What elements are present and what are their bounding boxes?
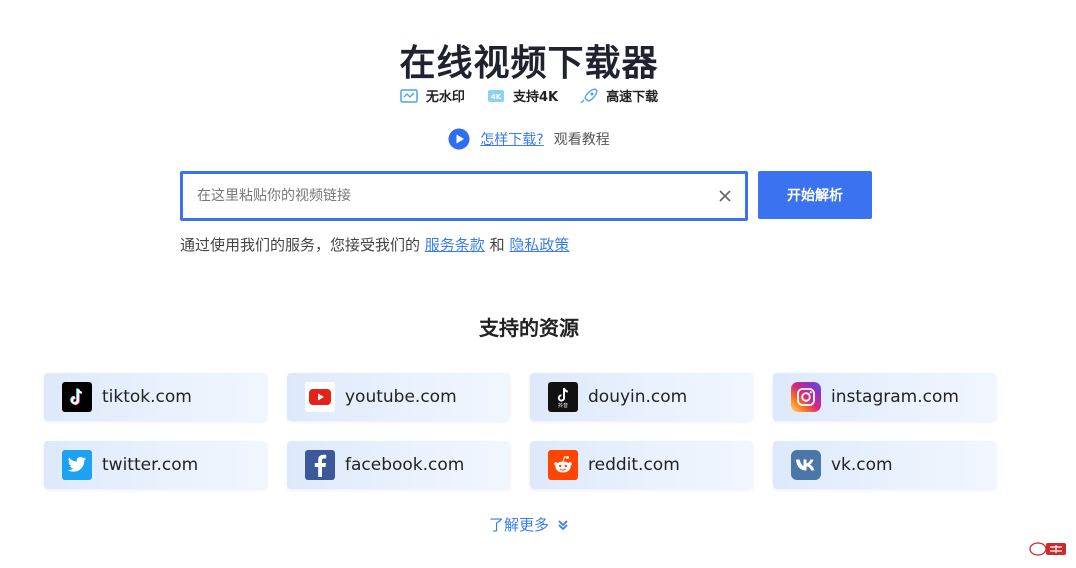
feature-label: 高速下载	[606, 90, 659, 105]
feature-label: 无水印	[425, 90, 465, 105]
tiktok-icon	[62, 382, 92, 412]
privacy-policy-link[interactable]: 隐私政策	[509, 236, 569, 254]
feature-label: 支持4K	[512, 90, 559, 105]
close-icon	[719, 190, 731, 202]
site-card-instagram[interactable]: instagram.com	[773, 373, 996, 421]
vk-icon	[791, 450, 821, 480]
no-watermark-icon	[400, 88, 418, 103]
clear-button[interactable]	[705, 174, 745, 218]
learn-more-button[interactable]: 了解更多	[0, 514, 1058, 535]
youtube-icon	[305, 382, 335, 412]
howto-row: 怎样下载? 观看教程	[0, 128, 1058, 150]
rocket-icon	[580, 87, 598, 103]
facebook-icon	[305, 450, 335, 480]
page-title: 在线视频下载器	[399, 43, 659, 84]
reddit-icon	[548, 450, 578, 480]
site-card-twitter[interactable]: twitter.com	[44, 441, 267, 489]
instagram-icon	[791, 382, 821, 412]
site-card-facebook[interactable]: facebook.com	[287, 441, 510, 489]
site-name: youtube.com	[345, 387, 457, 407]
feature-4k: 4K 支持4K	[487, 86, 558, 105]
search-box	[180, 171, 748, 221]
site-name: vk.com	[831, 455, 893, 475]
site-name: twitter.com	[102, 455, 199, 475]
double-chevron-down-icon	[558, 519, 568, 530]
site-name: instagram.com	[831, 387, 959, 407]
twitter-icon	[62, 450, 92, 480]
play-icon[interactable]	[448, 128, 470, 150]
svg-text:4K: 4K	[491, 93, 502, 101]
terms-and: 和	[484, 236, 510, 254]
site-card-douyin[interactable]: 抖音 douyin.com	[530, 373, 753, 421]
supported-sources-title: 支持的资源	[479, 316, 579, 340]
watermark-logo	[1029, 542, 1066, 556]
feature-no-watermark: 无水印	[400, 86, 465, 105]
terms-notice: 通过使用我们的服务，您接受我们的 服务条款 和 隐私政策	[180, 234, 569, 255]
4k-icon: 4K	[487, 89, 504, 102]
howto-link[interactable]: 怎样下载?	[480, 129, 543, 149]
site-card-tiktok[interactable]: tiktok.com	[44, 373, 267, 421]
start-parse-button[interactable]: 开始解析	[758, 171, 872, 219]
douyin-icon: 抖音	[548, 382, 578, 412]
site-card-reddit[interactable]: reddit.com	[530, 441, 753, 489]
site-name: reddit.com	[588, 455, 680, 475]
site-name: douyin.com	[588, 387, 688, 407]
terms-of-service-link[interactable]: 服务条款	[425, 236, 485, 254]
terms-prefix: 通过使用我们的服务，您接受我们的	[180, 236, 425, 254]
learn-more-label: 了解更多	[488, 516, 549, 534]
site-card-youtube[interactable]: youtube.com	[287, 373, 510, 421]
svg-text:抖音: 抖音	[558, 402, 568, 408]
site-card-vk[interactable]: vk.com	[773, 441, 996, 489]
video-link-input[interactable]	[183, 174, 705, 218]
feature-fast: 高速下载	[580, 86, 658, 105]
features-row: 无水印 4K 支持4K 高速下载	[0, 86, 1058, 105]
site-name: facebook.com	[345, 455, 465, 475]
watch-tutorial-text: 观看教程	[553, 132, 610, 148]
site-name: tiktok.com	[102, 387, 192, 407]
supported-sites-grid: tiktok.com youtube.com 抖音 douyin.com ins…	[44, 373, 996, 489]
